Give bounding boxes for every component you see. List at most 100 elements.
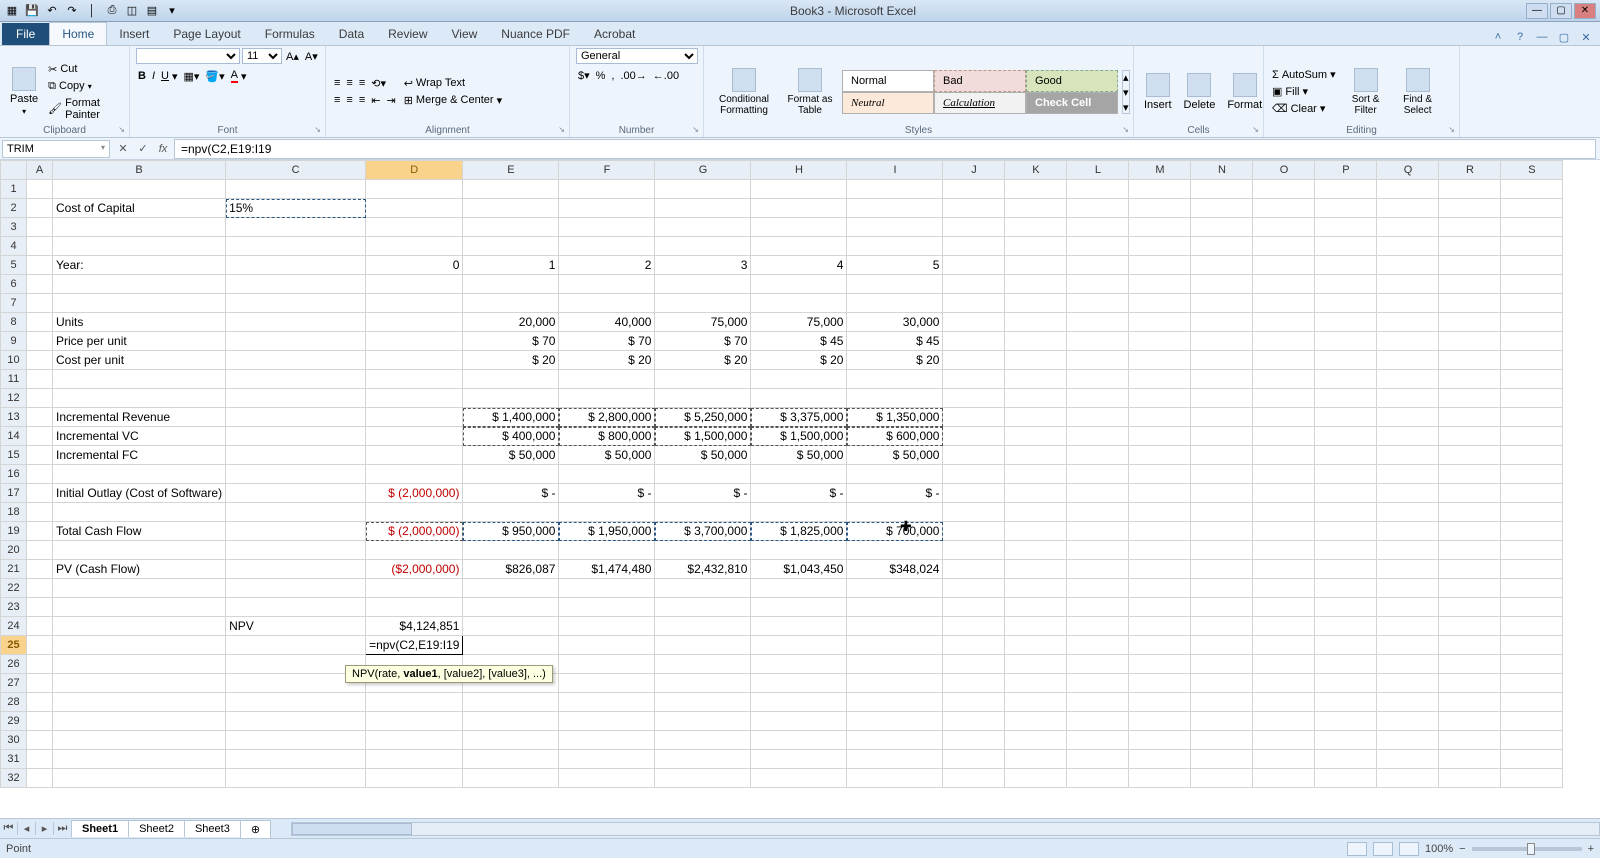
cell-L30[interactable] bbox=[1067, 731, 1129, 750]
cell-N32[interactable] bbox=[1191, 769, 1253, 788]
cell-Q25[interactable] bbox=[1377, 636, 1439, 655]
row-header-21[interactable]: 21 bbox=[1, 560, 27, 579]
cell-C28[interactable] bbox=[226, 693, 366, 712]
next-sheet-icon[interactable]: ▸ bbox=[36, 822, 54, 835]
cell-J19[interactable] bbox=[943, 522, 1005, 541]
cell-S3[interactable] bbox=[1501, 218, 1563, 237]
cell-E31[interactable] bbox=[463, 750, 559, 769]
cell-E7[interactable] bbox=[463, 294, 559, 313]
new-sheet-button[interactable]: ⊕ bbox=[240, 820, 271, 838]
cell-Q8[interactable] bbox=[1377, 313, 1439, 332]
cell-S23[interactable] bbox=[1501, 598, 1563, 617]
cell-N22[interactable] bbox=[1191, 579, 1253, 598]
cell-R1[interactable] bbox=[1439, 180, 1501, 199]
cell-B19[interactable]: Total Cash Flow bbox=[53, 522, 226, 541]
cell-M31[interactable] bbox=[1129, 750, 1191, 769]
cell-R25[interactable] bbox=[1439, 636, 1501, 655]
cell-O12[interactable] bbox=[1253, 389, 1315, 408]
cell-F32[interactable] bbox=[559, 769, 655, 788]
cell-F17[interactable]: $ - bbox=[559, 484, 655, 503]
cell-F16[interactable] bbox=[559, 465, 655, 484]
cell-K9[interactable] bbox=[1005, 332, 1067, 351]
cell-M29[interactable] bbox=[1129, 712, 1191, 731]
cell-D4[interactable] bbox=[366, 237, 463, 256]
zoom-level[interactable]: 100% bbox=[1425, 843, 1453, 855]
minimize-ribbon-icon[interactable]: ˄ bbox=[1490, 29, 1506, 45]
cell-J10[interactable] bbox=[943, 351, 1005, 370]
cell-O7[interactable] bbox=[1253, 294, 1315, 313]
cell-J17[interactable] bbox=[943, 484, 1005, 503]
format-as-table-button[interactable]: Format as Table bbox=[782, 66, 838, 118]
cell-I20[interactable] bbox=[847, 541, 943, 560]
dec-decimal-button[interactable]: ←.00 bbox=[651, 68, 681, 83]
cell-H19[interactable]: $ 1,825,000 bbox=[751, 522, 847, 541]
tab-insert[interactable]: Insert bbox=[107, 23, 161, 45]
cell-D15[interactable] bbox=[366, 446, 463, 465]
cell-R21[interactable] bbox=[1439, 560, 1501, 579]
col-header-C[interactable]: C bbox=[226, 161, 366, 180]
cell-D3[interactable] bbox=[366, 218, 463, 237]
border-button[interactable]: ▦▾ bbox=[182, 68, 202, 84]
cell-F8[interactable]: 40,000 bbox=[559, 313, 655, 332]
cell-J30[interactable] bbox=[943, 731, 1005, 750]
zoom-thumb[interactable] bbox=[1527, 843, 1535, 855]
cell-D31[interactable] bbox=[366, 750, 463, 769]
cell-F27[interactable] bbox=[559, 674, 655, 693]
cell-D16[interactable] bbox=[366, 465, 463, 484]
cell-G11[interactable] bbox=[655, 370, 751, 389]
cell-L21[interactable] bbox=[1067, 560, 1129, 579]
font-size-select[interactable]: 11 bbox=[242, 48, 282, 64]
cell-S29[interactable] bbox=[1501, 712, 1563, 731]
row-header-2[interactable]: 2 bbox=[1, 199, 27, 218]
cell-L5[interactable] bbox=[1067, 256, 1129, 275]
dropdown-icon[interactable]: ▾ bbox=[101, 143, 105, 155]
cell-L18[interactable] bbox=[1067, 503, 1129, 522]
cell-S2[interactable] bbox=[1501, 199, 1563, 218]
cell-O20[interactable] bbox=[1253, 541, 1315, 560]
cell-D14[interactable] bbox=[366, 427, 463, 446]
cell-H20[interactable] bbox=[751, 541, 847, 560]
cell-K16[interactable] bbox=[1005, 465, 1067, 484]
cell-F29[interactable] bbox=[559, 712, 655, 731]
cell-P28[interactable] bbox=[1315, 693, 1377, 712]
insert-cells-button[interactable]: Insert bbox=[1140, 71, 1176, 113]
cell-F4[interactable] bbox=[559, 237, 655, 256]
cell-I9[interactable]: $ 45 bbox=[847, 332, 943, 351]
undo-icon[interactable]: ↶ bbox=[44, 3, 60, 19]
cell-Q13[interactable] bbox=[1377, 408, 1439, 427]
cell-B20[interactable] bbox=[53, 541, 226, 560]
cell-M18[interactable] bbox=[1129, 503, 1191, 522]
sheet-tab-2[interactable]: Sheet2 bbox=[128, 820, 185, 837]
cell-E22[interactable] bbox=[463, 579, 559, 598]
cell-H23[interactable] bbox=[751, 598, 847, 617]
cell-E3[interactable] bbox=[463, 218, 559, 237]
cell-J16[interactable] bbox=[943, 465, 1005, 484]
cell-R3[interactable] bbox=[1439, 218, 1501, 237]
cell-M30[interactable] bbox=[1129, 731, 1191, 750]
cell-M19[interactable] bbox=[1129, 522, 1191, 541]
cell-A28[interactable] bbox=[27, 693, 53, 712]
cell-B28[interactable] bbox=[53, 693, 226, 712]
cell-M26[interactable] bbox=[1129, 655, 1191, 674]
cell-F24[interactable] bbox=[559, 617, 655, 636]
cell-Q2[interactable] bbox=[1377, 199, 1439, 218]
cell-S24[interactable] bbox=[1501, 617, 1563, 636]
cell-C2[interactable]: 15% bbox=[226, 199, 366, 218]
cell-H10[interactable]: $ 20 bbox=[751, 351, 847, 370]
number-format-select[interactable]: General bbox=[576, 48, 698, 64]
cell-M16[interactable] bbox=[1129, 465, 1191, 484]
cell-C8[interactable] bbox=[226, 313, 366, 332]
cell-O4[interactable] bbox=[1253, 237, 1315, 256]
cell-Q28[interactable] bbox=[1377, 693, 1439, 712]
cell-B30[interactable] bbox=[53, 731, 226, 750]
cell-E11[interactable] bbox=[463, 370, 559, 389]
cell-K12[interactable] bbox=[1005, 389, 1067, 408]
cell-R29[interactable] bbox=[1439, 712, 1501, 731]
cell-S5[interactable] bbox=[1501, 256, 1563, 275]
cell-L17[interactable] bbox=[1067, 484, 1129, 503]
cell-N30[interactable] bbox=[1191, 731, 1253, 750]
row-header-26[interactable]: 26 bbox=[1, 655, 27, 674]
cell-C30[interactable] bbox=[226, 731, 366, 750]
cell-H22[interactable] bbox=[751, 579, 847, 598]
name-box[interactable]: TRIM▾ bbox=[2, 140, 110, 158]
